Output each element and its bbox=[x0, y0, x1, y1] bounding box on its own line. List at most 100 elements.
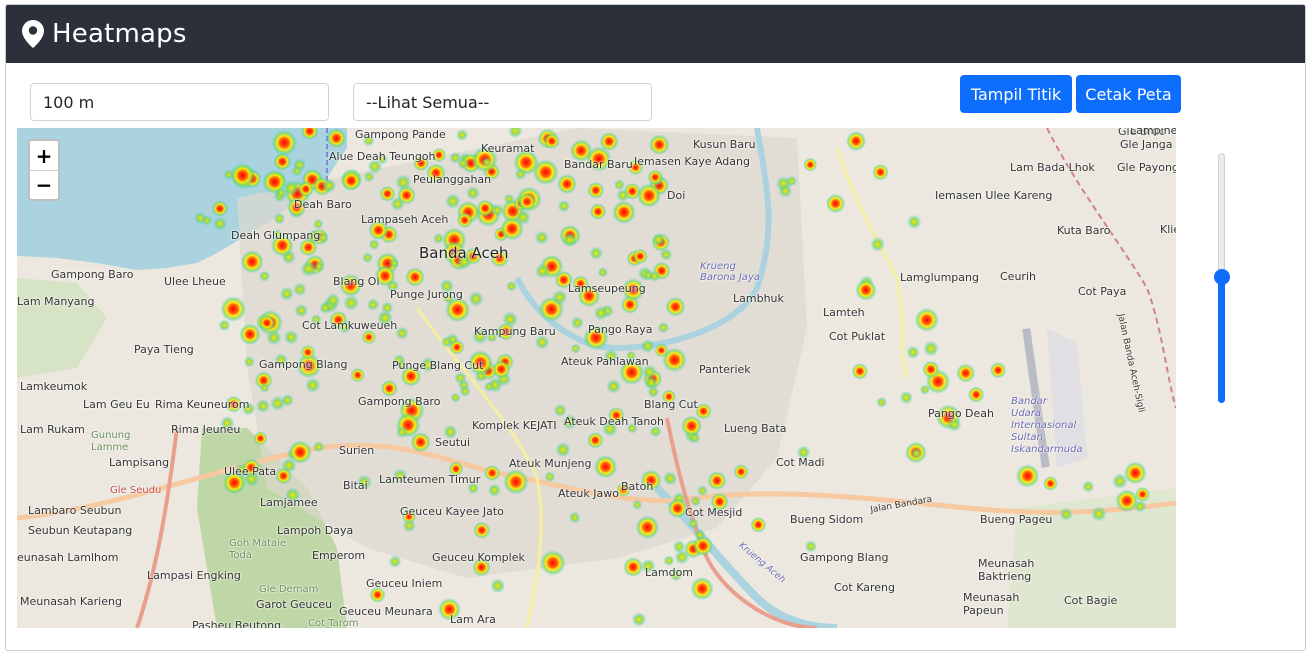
heat-spot bbox=[396, 426, 409, 439]
heat-spot bbox=[343, 295, 360, 311]
heat-spot bbox=[534, 230, 549, 245]
heat-spot bbox=[968, 386, 985, 403]
place-label: Lueng Bata bbox=[724, 422, 787, 435]
place-label: Deah Baro bbox=[294, 198, 352, 211]
place-label: Lamjamee bbox=[260, 496, 318, 509]
place-label: Lamteh bbox=[823, 306, 865, 319]
place-label: Gle Payong bbox=[1117, 161, 1176, 174]
heat-spot bbox=[632, 499, 643, 510]
heat-spot bbox=[518, 192, 536, 211]
heat-spot bbox=[616, 188, 630, 202]
heat-spot bbox=[803, 157, 818, 172]
heat-spot bbox=[305, 377, 321, 393]
heatmap-map[interactable]: + − Gampong Pande Alue Deah Teungoh Deah… bbox=[17, 128, 1176, 628]
heat-spot bbox=[635, 515, 660, 540]
place-label: Lamdom bbox=[645, 566, 694, 579]
place-label: Ateuk Munjeng bbox=[509, 457, 592, 470]
heat-spot bbox=[778, 184, 793, 198]
heat-spot bbox=[1059, 507, 1073, 521]
heat-spot bbox=[651, 233, 666, 247]
heat-spot bbox=[405, 267, 425, 287]
zoom-out-button[interactable]: − bbox=[30, 170, 58, 199]
place-label: Meunasah Papeun bbox=[963, 591, 1020, 617]
heat-spot bbox=[648, 270, 661, 282]
heat-spot bbox=[1112, 473, 1128, 490]
place-label: Lampoh Daya bbox=[277, 524, 354, 537]
place-label: Ateuk Jawo bbox=[558, 487, 619, 500]
place-label: Lam Bada Lhok bbox=[1010, 161, 1095, 174]
place-label: Lam Manyang bbox=[17, 295, 95, 308]
heat-spot bbox=[733, 464, 749, 480]
heat-spot bbox=[707, 471, 727, 490]
place-label: Gampong Blang bbox=[259, 358, 348, 371]
airport-label: Bandar Udara Internasional Sultan Iskand… bbox=[1011, 396, 1083, 455]
heat-spot bbox=[640, 339, 655, 353]
place-label: Pango Deah bbox=[928, 407, 995, 420]
heat-spot bbox=[557, 200, 570, 213]
zoom-in-button[interactable]: + bbox=[30, 141, 58, 170]
place-label: Deah Glumpang bbox=[231, 229, 321, 242]
heat-spot bbox=[1091, 506, 1107, 522]
place-label: Ateuk Deah Tanoh bbox=[564, 415, 665, 428]
place-label: Lampaseh Aceh bbox=[361, 213, 449, 226]
place-label: Geuceu Kayee Jato bbox=[400, 505, 504, 518]
place-label: Bitai bbox=[343, 479, 368, 492]
heat-spot bbox=[465, 186, 480, 200]
heat-spot bbox=[508, 128, 523, 139]
heat-spot bbox=[457, 157, 469, 170]
place-label: Bueng Pageu bbox=[980, 513, 1053, 526]
heat-spot bbox=[589, 203, 607, 220]
place-label: Peulanggahan bbox=[413, 173, 492, 186]
heat-spot bbox=[593, 305, 609, 321]
heat-spot bbox=[623, 557, 644, 577]
heat-spot bbox=[288, 440, 313, 465]
heat-spot bbox=[275, 467, 292, 485]
heat-spot bbox=[673, 540, 686, 553]
place-label: Klieng bbox=[1160, 223, 1176, 236]
place-label: Geuceu Iniem bbox=[366, 577, 443, 590]
radius-input[interactable]: 100 m bbox=[30, 83, 329, 121]
place-label: Rima Keuneurom bbox=[155, 398, 250, 411]
place-label: Kusun Baru bbox=[693, 138, 756, 151]
slider-thumb[interactable] bbox=[1214, 269, 1230, 285]
place-label: Seutui bbox=[435, 436, 471, 449]
place-label: Gampong Baro bbox=[358, 395, 441, 408]
heat-spot bbox=[919, 384, 931, 395]
heat-spot bbox=[279, 286, 294, 301]
heat-spot bbox=[350, 367, 366, 383]
heat-spot bbox=[855, 279, 877, 301]
place-label: Lamteumen Timur bbox=[379, 473, 481, 486]
place-label: Kampung Baru bbox=[474, 325, 556, 338]
heat-spot bbox=[540, 550, 566, 576]
heat-spot bbox=[570, 343, 581, 354]
heat-spot bbox=[597, 267, 608, 278]
heat-spot bbox=[273, 212, 286, 225]
heat-spot bbox=[230, 162, 256, 188]
heat-spot bbox=[476, 199, 494, 217]
map-base bbox=[17, 128, 1176, 628]
heat-spot bbox=[441, 336, 453, 348]
heat-spot bbox=[907, 214, 922, 230]
place-label: Pasheu Beutong bbox=[192, 619, 282, 628]
filter-select[interactable]: --Lihat Semua-- bbox=[353, 83, 652, 121]
heat-spot bbox=[258, 270, 271, 282]
place-label: Lam Ara bbox=[450, 613, 496, 626]
heat-spot bbox=[1015, 464, 1040, 488]
heat-spot bbox=[293, 282, 307, 297]
heat-spot bbox=[649, 134, 670, 155]
page-title: Heatmaps bbox=[52, 19, 187, 49]
heat-spot bbox=[294, 303, 308, 318]
heat-spot bbox=[473, 521, 491, 539]
heat-spot bbox=[259, 382, 270, 393]
heat-spot bbox=[402, 519, 416, 533]
place-label: Batoh bbox=[621, 480, 654, 493]
heat-spot bbox=[662, 347, 687, 373]
heat-spot bbox=[321, 178, 337, 193]
heat-spot bbox=[631, 612, 647, 627]
heat-spot bbox=[906, 345, 920, 359]
show-points-button[interactable]: Tampil Titik bbox=[960, 75, 1072, 113]
place-label: Punge Jurong bbox=[390, 288, 463, 301]
heat-spot bbox=[313, 218, 324, 230]
print-map-button[interactable]: Cetak Peta bbox=[1076, 75, 1181, 113]
heat-spot bbox=[750, 516, 767, 533]
